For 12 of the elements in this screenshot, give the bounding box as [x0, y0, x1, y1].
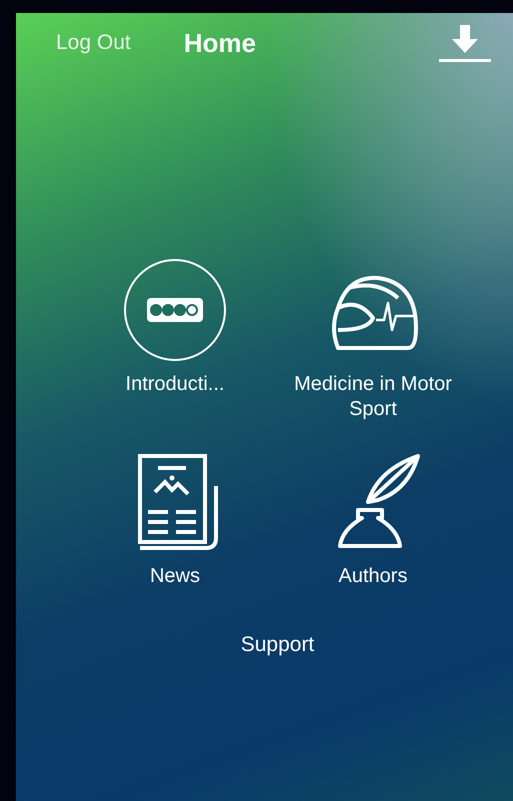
tile-label: News: [148, 564, 201, 589]
page-title: Home: [184, 26, 256, 60]
menu-tile[interactable]: Introducti...: [76, 258, 274, 422]
download-button[interactable]: [437, 23, 493, 63]
tile-label: Authors: [338, 564, 408, 589]
tile-label: Introducti...: [124, 372, 226, 397]
menu-tile[interactable]: News: [76, 450, 274, 589]
menu-tile[interactable]: Medicine in Motor Sport: [274, 258, 472, 422]
menu-tile[interactable]: Authors: [274, 450, 472, 589]
support-link[interactable]: Support: [240, 629, 314, 660]
download-icon: [437, 23, 493, 63]
tile-label: Medicine in Motor Sport: [293, 372, 453, 422]
